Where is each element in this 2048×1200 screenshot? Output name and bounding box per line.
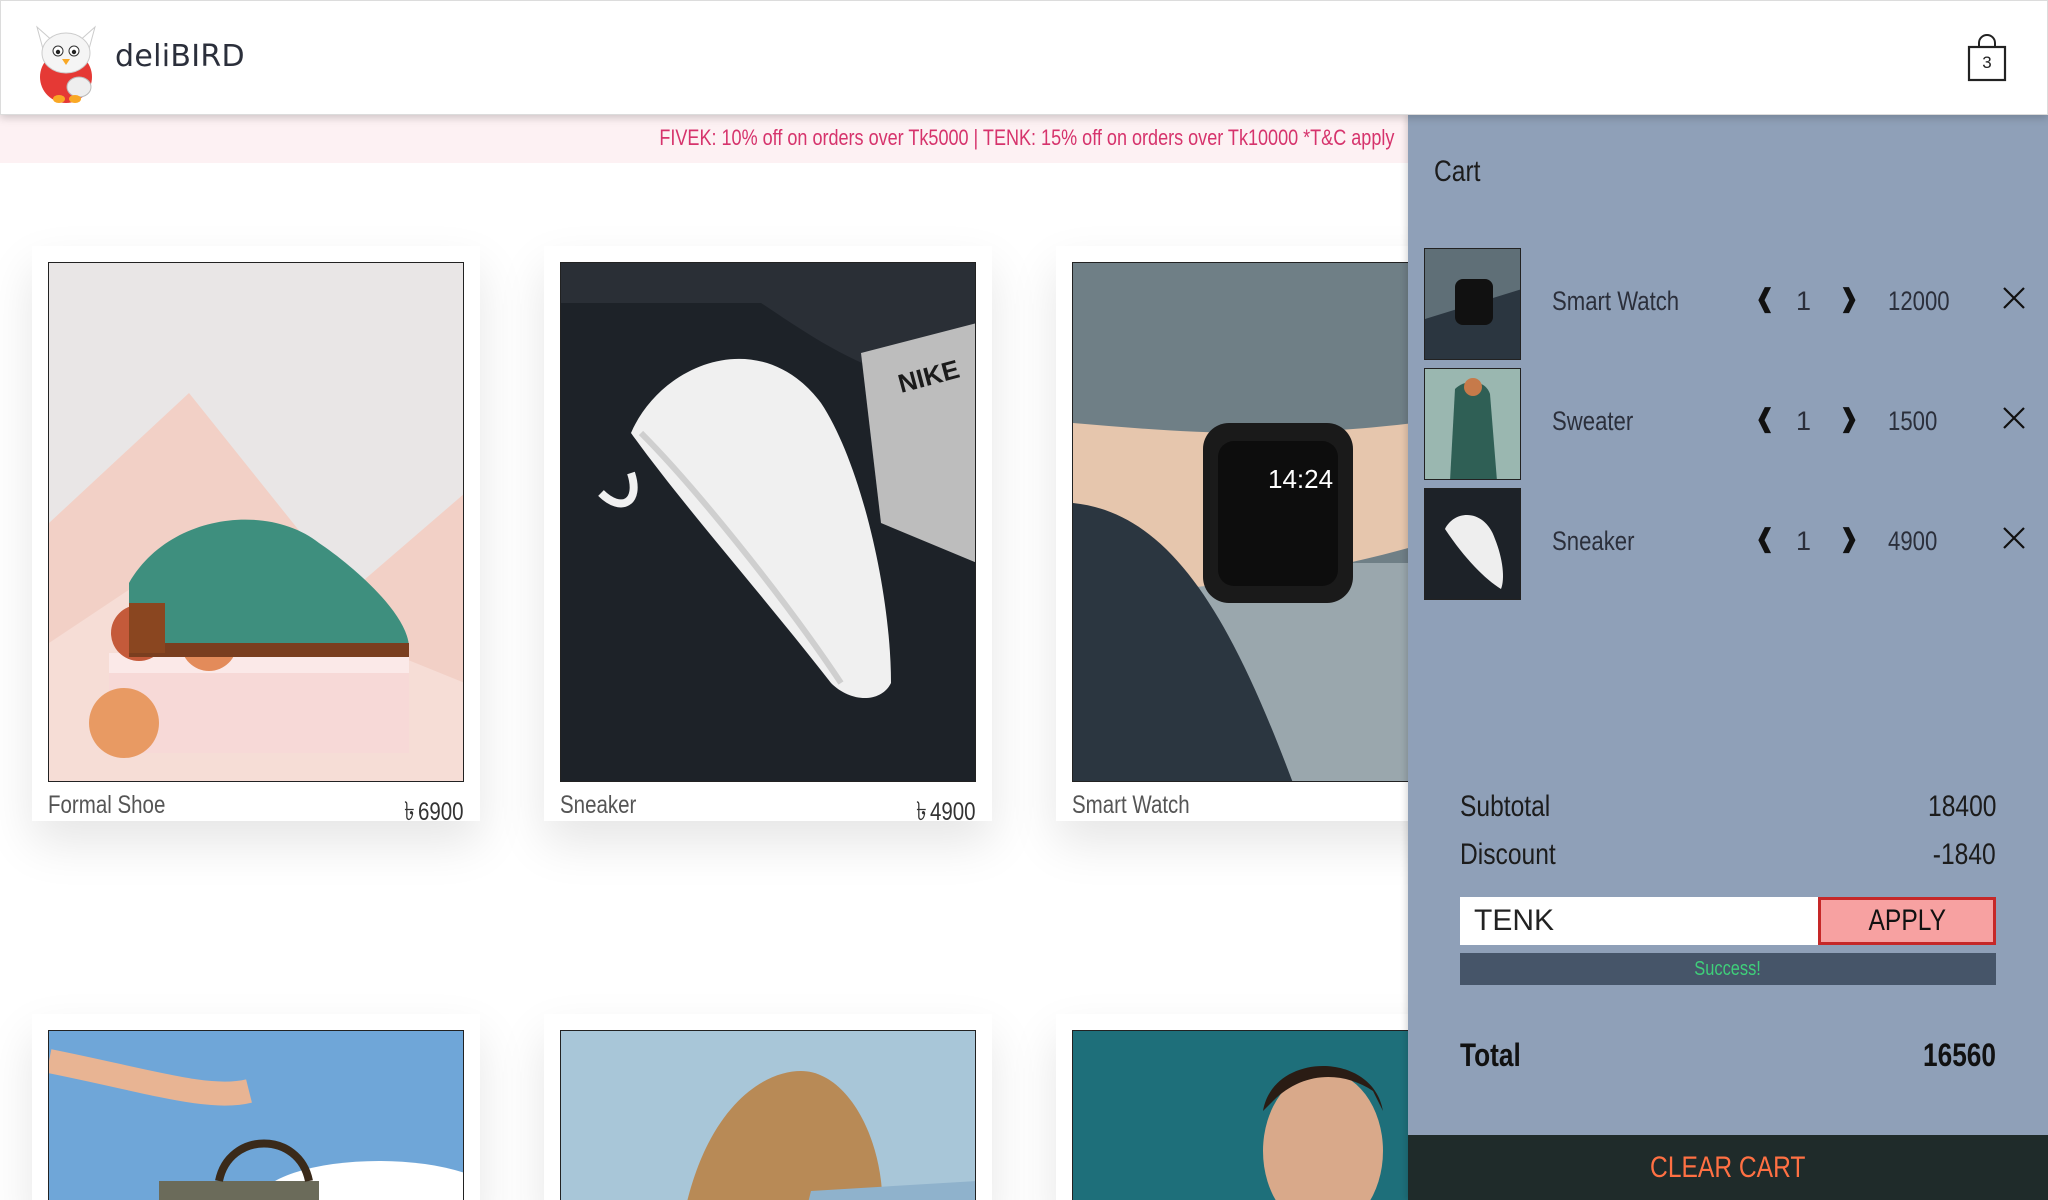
product-card[interactable] — [544, 1014, 992, 1200]
product-name: Sneaker — [560, 791, 637, 819]
cart-item-name: Smart Watch — [1552, 286, 1680, 316]
brand-name[interactable]: deliBIRD — [115, 39, 245, 74]
sweater-thumb — [1425, 369, 1520, 479]
increase-qty-button[interactable]: ❱ — [1838, 524, 1860, 554]
cart-item: Sneaker ❰ 1 ❱ 4900 — [1424, 488, 2034, 600]
cart-item-thumbnail — [1424, 488, 1521, 600]
decrease-qty-button[interactable]: ❰ — [1754, 404, 1776, 434]
cart-item: Sweater ❰ 1 ❱ 1500 — [1424, 368, 2034, 480]
taka-icon: ৳ — [916, 796, 928, 826]
status-text: Success! — [1694, 958, 1762, 980]
cart-item-thumbnail — [1424, 368, 1521, 480]
product-image-formal-shoe[interactable] — [48, 262, 464, 782]
cart-item-qty: 1 — [1796, 406, 1812, 436]
cart-item-thumbnail — [1424, 248, 1521, 360]
promo-text: FIVEK: 10% off on orders over Tk5000 | T… — [658, 125, 1394, 150]
formal-shoe-photo — [49, 263, 463, 781]
cart-item-name: Sweater — [1552, 406, 1634, 436]
cart-button[interactable]: 3 — [1966, 33, 2008, 83]
cart-count-badge: 3 — [1982, 53, 1992, 72]
discount-value: -1840 — [1933, 838, 1996, 871]
coupon-input[interactable] — [1460, 897, 1818, 945]
bag-photo — [49, 1031, 463, 1200]
cart-item: Smart Watch ❰ 1 ❱ 12000 — [1424, 248, 2034, 360]
remove-item-icon[interactable] — [2000, 284, 2028, 312]
product-card[interactable] — [32, 1014, 480, 1200]
product-card[interactable]: Formal Shoe ৳ 6900 — [32, 246, 480, 826]
promo-banner: FIVEK: 10% off on orders over Tk5000 | T… — [0, 115, 1408, 163]
apply-button-label: APPLY — [1868, 904, 1946, 937]
product-image-sneaker[interactable]: NIKE — [560, 262, 976, 782]
cart-item-price: 4900 — [1888, 526, 1938, 556]
subtotal-value: 18400 — [1927, 790, 1996, 823]
subtotal-label: Subtotal — [1460, 790, 1551, 823]
decrease-qty-button[interactable]: ❰ — [1754, 284, 1776, 314]
coupon-status-message: Success! — [1460, 953, 1996, 985]
svg-text:14:24: 14:24 — [1268, 464, 1333, 494]
product-name: Formal Shoe — [48, 791, 166, 819]
product-price-value: 6900 — [418, 798, 464, 826]
remove-item-icon[interactable] — [2000, 404, 2028, 432]
sneaker-thumb — [1425, 489, 1520, 599]
denim-photo — [561, 1031, 975, 1200]
cart-item-qty: 1 — [1796, 286, 1812, 316]
product-price: ৳ 4900 — [916, 791, 976, 835]
cart-panel: Cart Smart Watch ❰ 1 ❱ 12000 Sweater ❰ 1… — [1408, 115, 2048, 1200]
product-image-denim[interactable] — [560, 1030, 976, 1200]
cart-item-qty: 1 — [1796, 526, 1812, 556]
remove-item-icon[interactable] — [2000, 524, 2028, 552]
total-value: 16560 — [1923, 1037, 1996, 1073]
product-card[interactable]: NIKE Sneaker ৳ 4900 — [544, 246, 992, 826]
total-label: Total — [1460, 1037, 1521, 1073]
cart-item-price: 1500 — [1888, 406, 1938, 436]
clear-cart-label: CLEAR CART — [1650, 1151, 1806, 1184]
decrease-qty-button[interactable]: ❰ — [1754, 524, 1776, 554]
delibird-logo-icon[interactable] — [31, 19, 101, 105]
apply-coupon-button[interactable]: APPLY — [1818, 897, 1996, 945]
product-name: Smart Watch — [1072, 791, 1190, 819]
product-price-value: 4900 — [930, 798, 976, 826]
increase-qty-button[interactable]: ❱ — [1838, 284, 1860, 314]
taka-icon: ৳ — [404, 796, 416, 826]
discount-label: Discount — [1460, 838, 1556, 871]
increase-qty-button[interactable]: ❱ — [1838, 404, 1860, 434]
clear-cart-button[interactable]: CLEAR CART — [1408, 1135, 2048, 1200]
sneaker-photo: NIKE — [561, 263, 975, 781]
top-header: deliBIRD 3 — [0, 0, 2048, 115]
cart-title: Cart — [1434, 155, 1481, 188]
cart-item-name: Sneaker — [1552, 526, 1635, 556]
cart-item-price: 12000 — [1888, 286, 1950, 316]
smart-watch-thumb — [1425, 249, 1520, 359]
product-price: ৳ 6900 — [404, 791, 464, 835]
product-image-bag[interactable] — [48, 1030, 464, 1200]
